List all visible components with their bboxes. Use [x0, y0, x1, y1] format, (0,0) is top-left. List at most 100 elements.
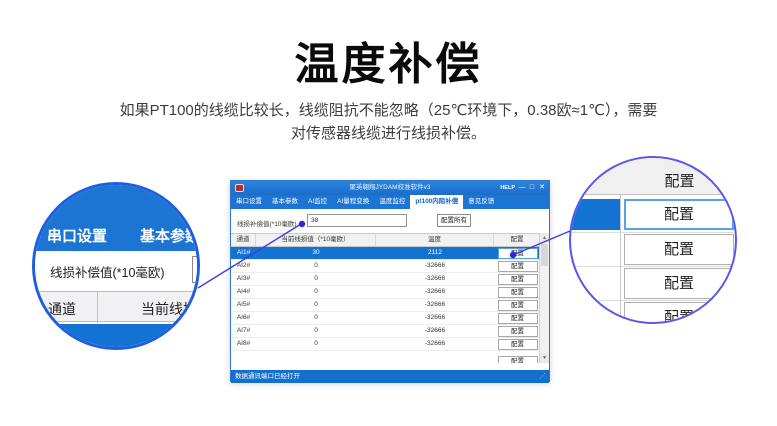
scrollbar-thumb[interactable]	[541, 244, 548, 266]
tab-ai-range-convert[interactable]: AI量程变换	[332, 195, 374, 209]
cell-loss	[256, 351, 376, 363]
configure-button[interactable]: 配置	[498, 261, 538, 272]
help-menu[interactable]: HELP	[500, 181, 515, 195]
configure-button[interactable]: 配置	[498, 326, 538, 337]
tab-serial-settings[interactable]: 串口设置	[231, 195, 267, 209]
tab-feedback[interactable]: 意见反馈	[463, 195, 499, 209]
loss-compensation-label: 线损补偿值(*10毫欧)	[237, 218, 297, 228]
header-channel: 通道	[231, 234, 256, 246]
loss-compensation-input[interactable]: 38	[307, 214, 407, 227]
cell-temp: -32666	[376, 286, 494, 298]
header-current-loss: 当前线损值（*10毫欧）	[256, 234, 376, 246]
cell-channel: AI3#	[231, 273, 256, 285]
configure-button[interactable]: 配置	[498, 248, 538, 259]
page: 温度补偿 如果PT100的线缆比较长，线缆阻抗不能忽略（25℃环境下，0.38欧…	[0, 0, 777, 426]
cell-loss: 0	[256, 312, 376, 324]
configure-button[interactable]: 配置	[498, 313, 538, 324]
cell-channel: AI1#	[231, 247, 256, 259]
cell-channel: AI5#	[231, 299, 256, 311]
app-window: 聚英翱翔JYDAM校准软件v3 HELP — □ ✕ 串口设置 基本参数 AI监…	[230, 180, 550, 382]
cell-temp: 2112	[376, 247, 494, 259]
loss-compensation-value: 38	[311, 217, 318, 224]
minimize-button[interactable]: —	[517, 181, 527, 195]
configure-all-button[interactable]: 配置所有	[437, 214, 471, 227]
tab-bar: 串口设置 基本参数 AI监控 AI量程变换 温度监控 pt100内阻补偿 意见反…	[231, 195, 549, 209]
status-resize-grip-icon: ⋰	[539, 372, 546, 382]
magnified-configure-header: 配置	[571, 158, 735, 195]
close-button[interactable]: ✕	[537, 181, 547, 195]
cell-temp: -32666	[376, 299, 494, 311]
cell-channel: AI4#	[231, 286, 256, 298]
magnified-tab-serial-settings: 串口设置	[47, 225, 107, 246]
cell-temp: -32666	[376, 260, 494, 272]
table-row[interactable]: AI3# 0 -32666 配置	[231, 273, 541, 286]
status-text: 数据通讯端口已经打开	[235, 370, 300, 383]
left-magnifier-circle: 串口设置 基本参数 线损补偿值(*10毫欧) 38 通道 当前线损值	[32, 182, 200, 350]
configure-button[interactable]: 配置	[498, 287, 538, 298]
right-magnifier-circle: 配置 配置 配置 配置 配置	[569, 156, 737, 324]
table-row[interactable]: AI2# 0 -32666 配置	[231, 260, 541, 273]
tab-ai-monitor[interactable]: AI监控	[303, 195, 332, 209]
table-row[interactable]: AI6# 0 -32666 配置	[231, 312, 541, 325]
configure-button[interactable]: 配置	[498, 300, 538, 311]
cell-temp: -32666	[376, 273, 494, 285]
configure-button[interactable]: 配置	[498, 339, 538, 350]
magnified-loss-label: 线损补偿值(*10毫欧)	[50, 262, 165, 281]
magnified-header-channel: 通道	[48, 299, 76, 319]
magnified-header-configure: 配置	[620, 170, 737, 191]
page-description: 如果PT100的线缆比较长，线缆阻抗不能忽略（25℃环境下，0.38欧≈1℃），…	[0, 99, 777, 145]
magnified-loss-value: 38	[197, 261, 200, 277]
tab-temperature-monitor[interactable]: 温度监控	[374, 195, 410, 209]
scroll-down-icon[interactable]: ▼	[540, 353, 549, 363]
maximize-button[interactable]: □	[527, 181, 537, 195]
magnified-configure-button: 配置	[624, 234, 734, 265]
magnified-selected-row-sliver	[571, 199, 620, 230]
magnified-table-header: 通道 当前线损值	[35, 291, 197, 322]
magnified-selected-row	[35, 324, 197, 350]
cell-loss: 0	[256, 338, 376, 350]
status-bar: 数据通讯端口已经打开 ⋰	[231, 370, 549, 383]
page-title: 温度补偿	[0, 28, 777, 92]
title-bar: 聚英翱翔JYDAM校准软件v3 HELP — □ ✕	[231, 181, 549, 195]
table-row[interactable]: AI4# 0 -32666 配置	[231, 286, 541, 299]
cell-loss: 0	[256, 325, 376, 337]
row-divider	[571, 300, 735, 301]
tab-basic-params[interactable]: 基本参数	[267, 195, 303, 209]
description-line-1: 如果PT100的线缆比较长，线缆阻抗不能忽略（25℃环境下，0.38欧≈1℃），…	[120, 102, 658, 119]
configure-button[interactable]: 配置	[498, 356, 538, 363]
magnified-configure-button: 配置	[624, 268, 734, 299]
cell-channel: AI6#	[231, 312, 256, 324]
row-divider	[571, 232, 735, 233]
tab-pt100-compensation[interactable]: pt100内阻补偿	[410, 195, 463, 209]
scroll-up-icon[interactable]: ▲	[540, 233, 549, 243]
table-row[interactable]: AI8# 0 -32666 配置	[231, 338, 541, 351]
magnified-tab-basic-params: 基本参数	[140, 225, 200, 246]
cell-temp: -32666	[376, 338, 494, 350]
table-row[interactable]: AI5# 0 -32666 配置	[231, 299, 541, 312]
cell-loss: 0	[256, 260, 376, 272]
cell-channel: AI2#	[231, 260, 256, 272]
magnified-configure-button: 配置	[624, 199, 734, 230]
cell-channel	[231, 351, 256, 363]
table-row[interactable]: AI1# 30 2112 配置	[231, 247, 541, 260]
cell-temp	[376, 351, 494, 363]
magnified-configure-button: 配置	[624, 302, 734, 324]
cell-channel: AI7#	[231, 325, 256, 337]
table-header: 通道 当前线损值（*10毫欧） 温度 配置	[231, 234, 541, 247]
column-divider	[97, 292, 98, 323]
cell-temp: -32666	[376, 325, 494, 337]
cell-loss: 0	[256, 286, 376, 298]
table-row-partial[interactable]: 配置	[231, 351, 541, 363]
vertical-scrollbar[interactable]: ▲ ▼	[539, 233, 549, 363]
cell-loss: 0	[256, 299, 376, 311]
cell-loss: 30	[256, 247, 376, 259]
description-line-2: 对传感器线缆进行线损补偿。	[291, 125, 486, 142]
table-row[interactable]: AI7# 0 -32666 配置	[231, 325, 541, 338]
magnified-header-current-loss: 当前线损值	[141, 299, 200, 319]
cell-loss: 0	[256, 273, 376, 285]
channel-table: 通道 当前线损值（*10毫欧） 温度 配置 AI1# 30 2112 配置 AI…	[231, 233, 541, 363]
magnified-loss-input: 38	[192, 256, 200, 283]
header-temperature: 温度	[376, 234, 494, 246]
row-divider	[571, 266, 735, 267]
configure-button[interactable]: 配置	[498, 274, 538, 285]
